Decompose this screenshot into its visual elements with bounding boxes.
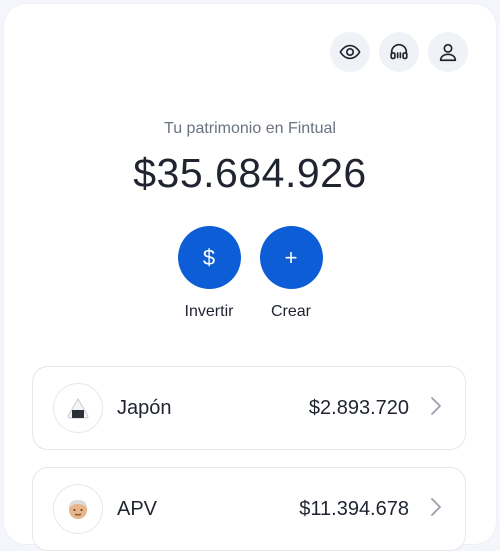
elderly-face-icon bbox=[69, 500, 87, 519]
create-label: Crear bbox=[270, 303, 311, 320]
onigiri-icon bbox=[67, 398, 89, 419]
user-icon bbox=[439, 43, 457, 62]
goal-card-apv[interactable]: APV $11.394.678 bbox=[32, 467, 466, 551]
goal-avatar bbox=[53, 383, 103, 433]
top-actions bbox=[330, 32, 468, 72]
goal-name: APV bbox=[117, 497, 158, 520]
headset-icon bbox=[390, 43, 408, 60]
goal-card-japon[interactable]: Japón $2.893.720 bbox=[32, 366, 466, 450]
balance-total: $35.684.926 bbox=[133, 150, 367, 196]
invest-label: Invertir bbox=[184, 303, 234, 320]
chevron-right-icon bbox=[429, 395, 443, 422]
create-button[interactable]: + Crear bbox=[259, 226, 323, 321]
dollar-icon: $ bbox=[177, 226, 241, 289]
support-button[interactable] bbox=[379, 32, 419, 72]
hide-balance-button[interactable] bbox=[330, 32, 370, 72]
goal-amount: $11.394.678 bbox=[299, 497, 409, 520]
invest-button[interactable]: $ Invertir bbox=[177, 226, 241, 321]
goal-avatar bbox=[53, 484, 103, 534]
balance-subtitle: Tu patrimonio en Fintual bbox=[164, 120, 336, 137]
app-card: Tu patrimonio en Fintual $35.684.926 $ I… bbox=[4, 4, 496, 551]
chevron-right-icon bbox=[429, 496, 443, 523]
goal-amount: $2.893.720 bbox=[308, 396, 409, 419]
quick-actions: $ Invertir + Crear bbox=[0, 226, 500, 321]
plus-icon: + bbox=[259, 226, 323, 289]
goal-name: Japón bbox=[117, 396, 172, 419]
profile-button[interactable] bbox=[428, 32, 468, 72]
eye-icon bbox=[339, 44, 361, 60]
